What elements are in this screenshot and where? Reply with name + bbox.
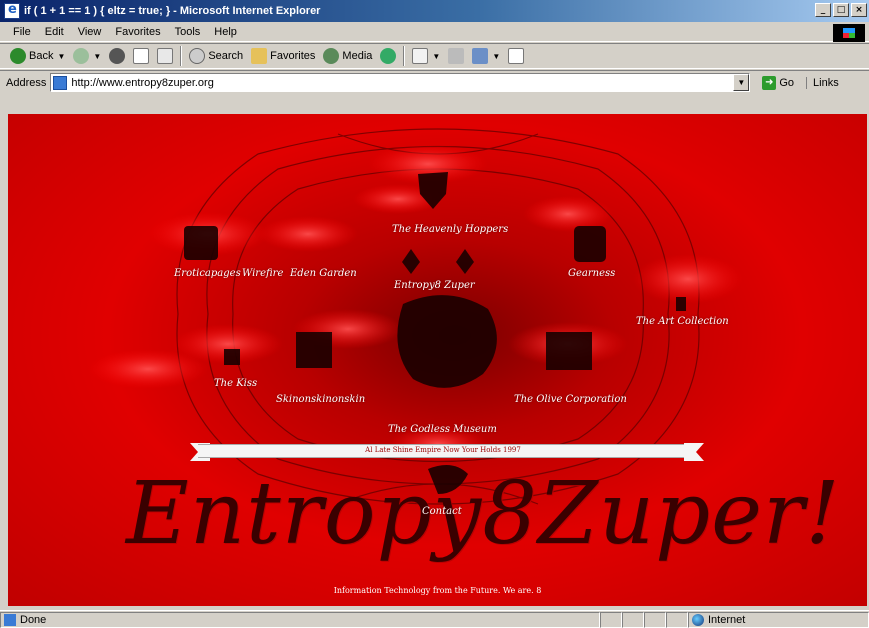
menu-bar: File Edit View Favorites Tools Help [0, 22, 869, 42]
menu-tools[interactable]: Tools [168, 26, 208, 38]
edit-button[interactable]: ▼ [468, 45, 504, 67]
discuss-icon [508, 48, 525, 64]
status-pane [644, 611, 666, 628]
address-label: Address [6, 76, 47, 89]
go-arrow-icon: ➜ [762, 75, 777, 90]
link-olive-corporation[interactable]: The Olive Corporation [514, 394, 627, 405]
url-input[interactable] [71, 76, 692, 89]
toolbar-separator [403, 46, 406, 66]
search-label: Search [208, 50, 244, 62]
chevron-down-icon[interactable]: ▼ [733, 74, 750, 91]
zone-text: Internet [708, 613, 746, 626]
chevron-down-icon[interactable]: ▼ [57, 52, 65, 61]
refresh-icon [133, 48, 150, 64]
windows-logo-icon [833, 24, 865, 42]
menu-favorites[interactable]: Favorites [108, 26, 167, 38]
refresh-button[interactable] [129, 45, 153, 67]
menu-help[interactable]: Help [207, 26, 244, 38]
maximize-button[interactable]: □ [833, 3, 849, 17]
link-godless-museum[interactable]: The Godless Museum [388, 424, 497, 435]
mail-icon [412, 48, 429, 64]
link-heavenly-hoppers[interactable]: The Heavenly Hoppers [392, 224, 508, 235]
back-label: Back [29, 50, 54, 62]
history-icon [380, 48, 397, 64]
status-text: Done [20, 613, 47, 626]
links-button[interactable]: Links [806, 76, 839, 89]
media-button[interactable]: Media [319, 45, 376, 67]
link-gearness[interactable]: Gearness [568, 268, 615, 279]
back-button[interactable]: Back ▼ [6, 45, 69, 67]
go-button[interactable]: ➜ Go [762, 75, 795, 90]
address-bar: Address ▼ ➜ Go Links [0, 70, 869, 94]
menu-file[interactable]: File [6, 26, 38, 38]
ribbon-text: Al Late Shine Empire Now Your Holds 1997 [365, 446, 521, 454]
favorites-button[interactable]: Favorites [247, 45, 319, 67]
stop-icon [109, 48, 126, 64]
back-arrow-icon [10, 48, 26, 64]
page-icon [53, 75, 68, 90]
edit-icon [472, 48, 489, 64]
toolbar: Back ▼ ▼ Search Favorites Media ▼ ▼ [0, 43, 869, 69]
window-controls: _ □ × [815, 3, 867, 17]
status-pane [600, 611, 622, 628]
favorites-label: Favorites [270, 50, 316, 62]
globe-icon [692, 613, 704, 626]
chevron-down-icon[interactable]: ▼ [432, 52, 440, 61]
close-button[interactable]: × [851, 3, 867, 17]
title-bar: if ( 1 + 1 == 1 ) { eltz = true; } - Mic… [0, 0, 869, 22]
go-label: Go [779, 76, 795, 89]
menu-edit[interactable]: Edit [38, 26, 71, 38]
search-icon [189, 48, 206, 64]
forward-button[interactable]: ▼ [69, 45, 105, 67]
stop-button[interactable] [105, 45, 129, 67]
home-icon [157, 48, 174, 64]
status-bar: Done Internet [0, 610, 869, 628]
zone-pane: Internet [688, 611, 869, 628]
media-icon [323, 48, 340, 64]
search-button[interactable]: Search [185, 45, 247, 67]
status-pane-main: Done [0, 611, 600, 628]
chevron-down-icon[interactable]: ▼ [93, 52, 101, 61]
banner-ribbon: Al Late Shine Empire Now Your Holds 1997 [198, 444, 688, 458]
favorites-folder-icon [251, 48, 268, 64]
toolbar-separator [180, 46, 183, 66]
window-title: if ( 1 + 1 == 1 ) { eltz = true; } - Mic… [24, 5, 321, 17]
link-eroticapages[interactable]: Eroticapages [174, 268, 241, 279]
menu-view[interactable]: View [71, 26, 109, 38]
media-label: Media [342, 50, 373, 62]
print-button[interactable] [444, 45, 468, 67]
minimize-button[interactable]: _ [815, 3, 831, 17]
link-skinonskinonskin[interactable]: Skinonskinonskin [276, 394, 365, 405]
ie-icon [4, 2, 20, 19]
link-entropy8-zuper[interactable]: Entropy8 Zuper [394, 280, 475, 291]
chevron-down-icon[interactable]: ▼ [492, 52, 500, 61]
link-eden-garden[interactable]: Eden Garden [290, 268, 357, 279]
link-art-collection[interactable]: The Art Collection [636, 316, 729, 327]
page-done-icon [4, 613, 16, 626]
discuss-button[interactable] [504, 45, 528, 67]
forward-arrow-icon [73, 48, 90, 64]
site-title-logo: Entropy8Zuper! [126, 464, 841, 564]
print-icon [448, 48, 465, 64]
home-button[interactable] [153, 45, 177, 67]
mail-button[interactable]: ▼ [408, 45, 444, 67]
status-pane [622, 611, 644, 628]
status-pane [666, 611, 688, 628]
history-button[interactable] [376, 45, 400, 67]
link-wirefire[interactable]: Wirefire [242, 268, 283, 279]
address-field[interactable]: ▼ [50, 73, 751, 92]
page-content: The Heavenly Hoppers Eroticapages Wirefi… [8, 114, 867, 606]
link-the-kiss[interactable]: The Kiss [214, 378, 257, 389]
footer-tagline: Information Technology from the Future. … [333, 586, 542, 595]
link-contact[interactable]: Contact [422, 506, 462, 517]
